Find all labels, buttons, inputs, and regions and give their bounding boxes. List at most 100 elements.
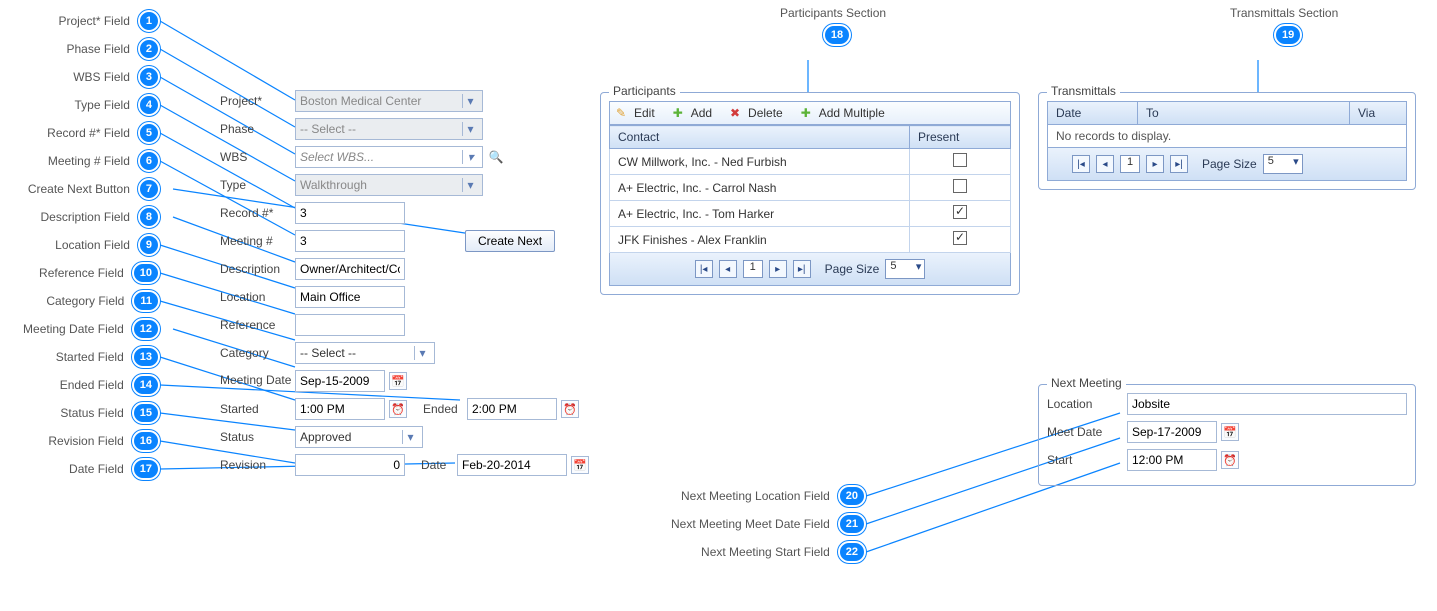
- calendar-icon[interactable]: 📅: [1221, 423, 1239, 441]
- table-row[interactable]: A+ Electric, Inc. - Tom Harker: [610, 201, 1011, 227]
- callout-badge: 11: [132, 290, 160, 312]
- page-number[interactable]: 1: [743, 260, 763, 278]
- page-size-label: Page Size: [825, 262, 880, 276]
- clock-icon[interactable]: ⏰: [1221, 451, 1239, 469]
- last-page-button[interactable]: ▸|: [1170, 155, 1188, 173]
- present-checkbox[interactable]: [953, 231, 967, 245]
- clock-icon[interactable]: ⏰: [389, 400, 407, 418]
- callout-8: Description Field8: [41, 206, 161, 228]
- callout-label: Create Next Button: [28, 182, 130, 196]
- callout-badge: 19: [1274, 24, 1302, 46]
- col-to[interactable]: To: [1138, 102, 1350, 124]
- revision-input[interactable]: [295, 454, 405, 476]
- project-select[interactable]: Boston Medical Center▾: [295, 90, 483, 112]
- chevron-down-icon: ▾: [462, 94, 478, 108]
- date-label: Date: [421, 458, 453, 472]
- callout-badge: 20: [838, 485, 866, 507]
- type-select[interactable]: Walkthrough▾: [295, 174, 483, 196]
- callout-badge: 5: [138, 122, 160, 144]
- reference-label: Reference: [220, 318, 295, 332]
- callout-badge: 1: [138, 10, 160, 32]
- started-input[interactable]: [295, 398, 385, 420]
- last-page-button[interactable]: ▸|: [793, 260, 811, 278]
- add-multiple-button[interactable]: ✚Add Multiple: [801, 106, 885, 120]
- meeting-num-input[interactable]: [295, 230, 405, 252]
- location-input[interactable]: [295, 286, 405, 308]
- page-size-label: Page Size: [1202, 157, 1257, 171]
- nm-start-input[interactable]: [1127, 449, 1217, 471]
- present-cell: [910, 227, 1011, 253]
- phase-select[interactable]: -- Select --▾: [295, 118, 483, 140]
- create-next-button[interactable]: Create Next: [465, 230, 555, 252]
- callout-12: Meeting Date Field12: [23, 318, 160, 340]
- edit-button[interactable]: ✎Edit: [616, 106, 655, 120]
- category-select[interactable]: -- Select --▾: [295, 342, 435, 364]
- col-present[interactable]: Present: [910, 126, 1011, 149]
- participants-panel: Participants ✎Edit ✚Add ✖Delete ✚Add Mul…: [600, 92, 1020, 295]
- first-page-button[interactable]: |◂: [695, 260, 713, 278]
- callout-20: Next Meeting Location Field20: [681, 485, 866, 507]
- nm-start-label: Start: [1047, 453, 1127, 467]
- col-via[interactable]: Via: [1350, 102, 1406, 124]
- callout-label: Description Field: [41, 210, 130, 224]
- contact-cell: JFK Finishes - Alex Franklin: [610, 227, 910, 253]
- calendar-icon[interactable]: 📅: [571, 456, 589, 474]
- callout-3: WBS Field3: [73, 66, 160, 88]
- callout-label: Record #* Field: [47, 126, 130, 140]
- search-icon[interactable]: 🔍: [487, 148, 505, 166]
- record-label: Record #*: [220, 206, 295, 220]
- nm-location-input[interactable]: [1127, 393, 1407, 415]
- category-label: Category: [220, 346, 295, 360]
- callout-4: Type Field4: [75, 94, 160, 116]
- reference-input[interactable]: [295, 314, 405, 336]
- transmittals-title: Transmittals: [1047, 84, 1120, 98]
- description-label: Description: [220, 262, 295, 276]
- plus-icon: ✚: [673, 106, 687, 120]
- present-cell: [910, 201, 1011, 227]
- clock-icon[interactable]: ⏰: [561, 400, 579, 418]
- pencil-icon: ✎: [616, 106, 630, 120]
- next-meeting-panel: Next Meeting Location Meet Date 📅 Start …: [1038, 384, 1416, 486]
- table-row[interactable]: CW Millwork, Inc. - Ned Furbish: [610, 149, 1011, 175]
- present-checkbox[interactable]: [953, 179, 967, 193]
- nm-meetdate-input[interactable]: [1127, 421, 1217, 443]
- page-number[interactable]: 1: [1120, 155, 1140, 173]
- meeting-form: Project* Boston Medical Center▾ Phase --…: [220, 90, 590, 482]
- participants-title: Participants: [609, 84, 680, 98]
- add-button[interactable]: ✚Add: [673, 106, 712, 120]
- meeting-num-label: Meeting #: [220, 234, 295, 248]
- table-row[interactable]: A+ Electric, Inc. - Carrol Nash: [610, 175, 1011, 201]
- date-input[interactable]: [457, 454, 567, 476]
- delete-button[interactable]: ✖Delete: [730, 106, 783, 120]
- description-input[interactable]: [295, 258, 405, 280]
- callout-18: Participants Section18: [780, 6, 894, 46]
- meeting-date-input[interactable]: [295, 370, 385, 392]
- next-page-button[interactable]: ▸: [1146, 155, 1164, 173]
- status-label: Status: [220, 430, 295, 444]
- nm-meetdate-label: Meet Date: [1047, 425, 1127, 439]
- callout-label: Transmittals Section: [1230, 6, 1338, 20]
- callout-7: Create Next Button7: [28, 178, 160, 200]
- next-page-button[interactable]: ▸: [769, 260, 787, 278]
- present-checkbox[interactable]: [953, 205, 967, 219]
- table-row[interactable]: JFK Finishes - Alex Franklin: [610, 227, 1011, 253]
- page-size-select[interactable]: 5: [1263, 154, 1303, 174]
- callout-11: Category Field11: [46, 290, 160, 312]
- ended-input[interactable]: [467, 398, 557, 420]
- first-page-button[interactable]: |◂: [1072, 155, 1090, 173]
- col-date[interactable]: Date: [1048, 102, 1138, 124]
- prev-page-button[interactable]: ◂: [1096, 155, 1114, 173]
- participants-toolbar: ✎Edit ✚Add ✖Delete ✚Add Multiple: [609, 101, 1011, 125]
- callout-badge: 12: [132, 318, 160, 340]
- prev-page-button[interactable]: ◂: [719, 260, 737, 278]
- wbs-select[interactable]: Select WBS...▾: [295, 146, 483, 168]
- callout-13: Started Field13: [56, 346, 160, 368]
- calendar-icon[interactable]: 📅: [389, 372, 407, 390]
- record-input[interactable]: [295, 202, 405, 224]
- page-size-select[interactable]: 5: [885, 259, 925, 279]
- callout-label: Date Field: [69, 462, 124, 476]
- project-label: Project*: [220, 94, 295, 108]
- status-select[interactable]: Approved▾: [295, 426, 423, 448]
- col-contact[interactable]: Contact: [610, 126, 910, 149]
- present-checkbox[interactable]: [953, 153, 967, 167]
